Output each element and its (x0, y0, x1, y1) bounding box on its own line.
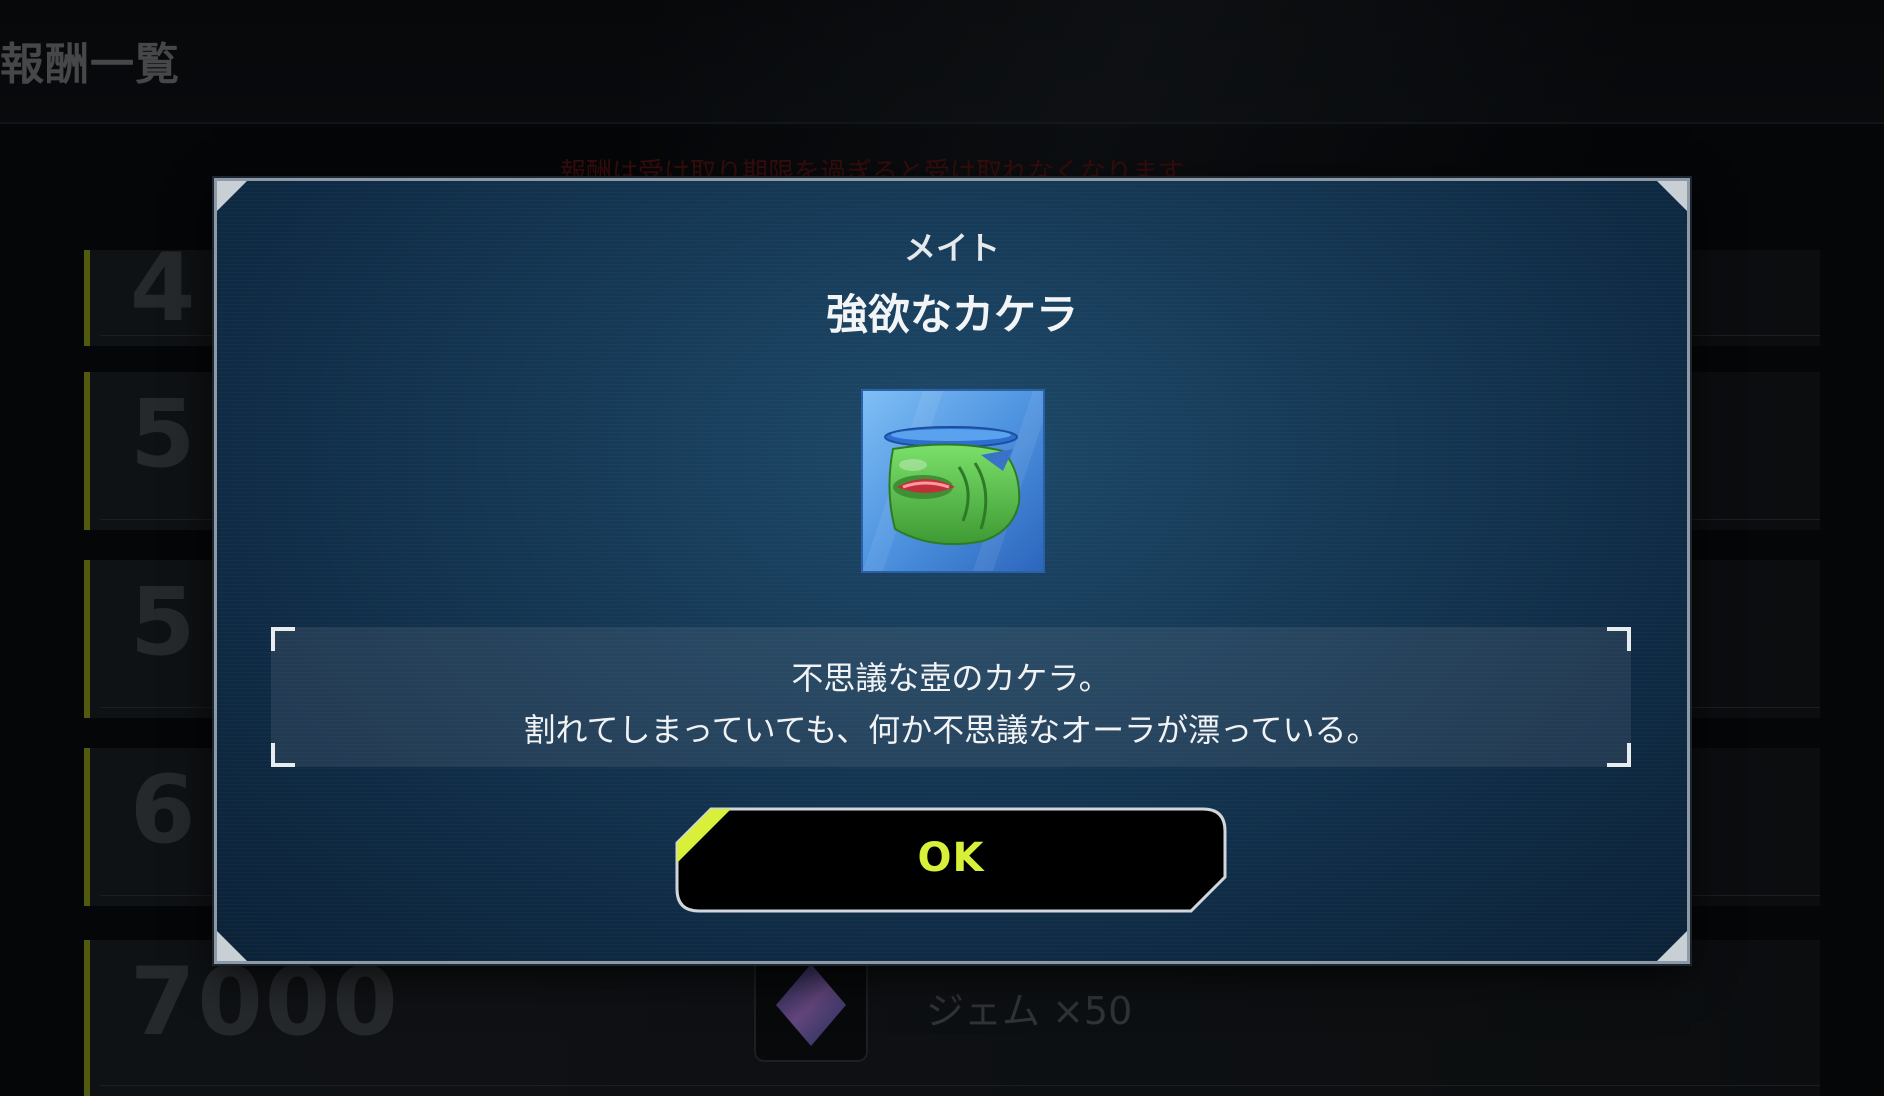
corner-decoration (1657, 181, 1687, 211)
bracket-decoration (271, 627, 295, 651)
corner-decoration (1657, 931, 1687, 961)
ok-button-label: OK (917, 835, 985, 881)
item-description-box: 不思議な壺のカケラ。 割れてしまっていても、何か不思議なオーラが漂っている。 (271, 627, 1631, 767)
greedy-pot-shard-icon (861, 389, 1045, 573)
ok-button[interactable]: OK (675, 807, 1227, 913)
corner-decoration (217, 931, 247, 961)
bracket-decoration (1607, 627, 1631, 651)
item-description-line: 不思議な壺のカケラ。 (791, 659, 1111, 697)
item-description-line: 割れてしまっていても、何か不思議なオーラが漂っている。 (523, 711, 1379, 749)
item-category: メイト (903, 229, 1000, 267)
item-name: 強欲なカケラ (825, 290, 1078, 339)
corner-decoration (217, 181, 247, 211)
item-detail-dialog: メイト 強欲なカケラ 不思議な壺のカケラ。 割れてしまっていても、何か不思議なオ… (214, 178, 1690, 964)
